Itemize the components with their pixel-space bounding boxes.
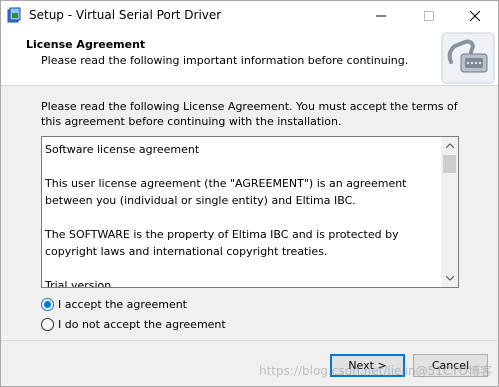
title-bar[interactable]: Setup - Virtual Serial Port Driver xyxy=(1,1,498,30)
setup-window: Setup - Virtual Serial Port Driver Licen… xyxy=(0,0,499,387)
page-subtitle: Please read the following important info… xyxy=(41,54,409,67)
cancel-button[interactable]: Cancel xyxy=(413,354,488,377)
next-button[interactable]: Next > xyxy=(330,354,405,377)
accept-label[interactable]: I accept the agreement xyxy=(58,298,187,311)
footer-divider xyxy=(1,340,498,341)
minimize-button[interactable] xyxy=(358,1,404,30)
scroll-up-button[interactable] xyxy=(441,137,458,154)
scroll-thumb[interactable] xyxy=(443,155,456,173)
chevron-up-icon xyxy=(445,143,454,148)
scroll-down-button[interactable] xyxy=(441,270,458,287)
chevron-down-icon xyxy=(445,276,454,281)
maximize-icon xyxy=(424,10,434,21)
license-paragraph: Trial version xyxy=(45,279,112,288)
license-scrollbar[interactable] xyxy=(441,137,458,287)
maximize-button[interactable] xyxy=(406,1,452,30)
accept-radio[interactable] xyxy=(41,297,54,311)
decline-radio[interactable] xyxy=(41,317,54,331)
license-paragraph: Software license agreement xyxy=(45,143,200,156)
setup-app-icon xyxy=(7,7,21,23)
decline-label[interactable]: I do not accept the agreement xyxy=(58,318,226,331)
close-button[interactable] xyxy=(452,1,498,30)
license-paragraph: The SOFTWARE is the property of Eltima I… xyxy=(45,228,399,258)
minimize-icon xyxy=(376,15,386,16)
instructions-text: Please read the following License Agreem… xyxy=(41,100,458,128)
serial-port-icon xyxy=(441,32,495,84)
page-title: License Agreement xyxy=(26,38,146,51)
accept-option[interactable]: I accept the agreement xyxy=(41,296,187,312)
license-paragraph: This user license agreement (the "AGREEM… xyxy=(45,177,407,207)
window-title: Setup - Virtual Serial Port Driver xyxy=(29,8,222,22)
decline-option[interactable]: I do not accept the agreement xyxy=(41,316,226,332)
license-text: Software license agreement This user lic… xyxy=(45,141,437,288)
close-icon xyxy=(470,10,480,21)
license-text-box[interactable]: Software license agreement This user lic… xyxy=(41,136,459,288)
wizard-header: License Agreement Please read the follow… xyxy=(1,30,498,86)
